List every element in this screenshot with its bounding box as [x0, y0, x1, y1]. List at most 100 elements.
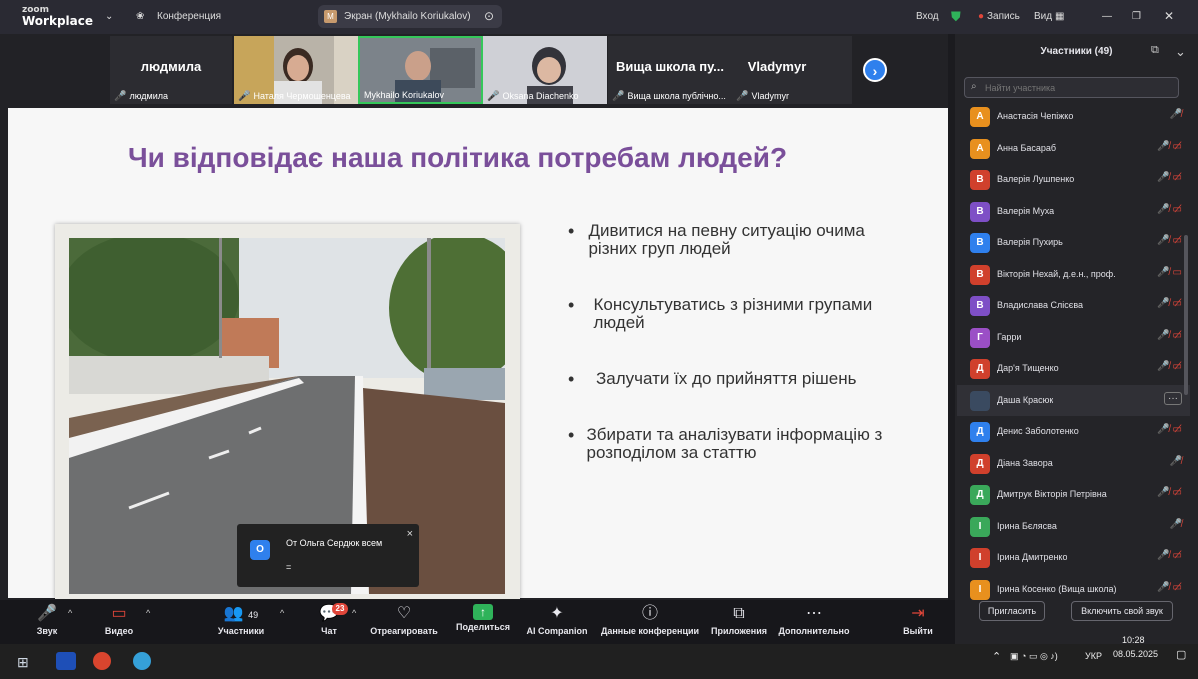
mic-camera-status-icons[interactable]: 🎤̸ ▭̸	[1157, 298, 1182, 309]
sign-in-link[interactable]: Вход	[916, 11, 939, 22]
chevron-up-icon[interactable]: ^	[352, 608, 356, 618]
participant-name: Ірина Бєлясва	[997, 520, 1057, 531]
participant-row[interactable]: Д Денис Заболотенко 🎤̸ ▭̸	[957, 416, 1190, 447]
mic-camera-status-icons[interactable]: 🎤̸ ▭̸	[1157, 424, 1182, 435]
video-button[interactable]: ▭ Видео	[100, 600, 138, 644]
windows-start-icon[interactable]: ⊞	[17, 654, 29, 671]
telegram-icon[interactable]	[133, 652, 151, 670]
clock-time[interactable]: 10:28	[1122, 635, 1145, 645]
record-button[interactable]: Запись	[987, 11, 1020, 22]
participant-row[interactable]: В Валерія Пухирь 🎤̸ ▭̸	[957, 227, 1190, 258]
invite-button[interactable]: Пригласить	[979, 601, 1045, 621]
tray-icons[interactable]: ▣ ◔ ▭ ◎ ♪)	[1010, 651, 1058, 662]
more-options-icon[interactable]: ···	[1164, 391, 1182, 405]
mic-camera-status-icons[interactable]: 🎤̸ ▭̸	[1157, 487, 1182, 498]
chrome-icon[interactable]	[93, 652, 111, 670]
participant-avatar: Д	[970, 359, 990, 379]
language-indicator[interactable]: УКР	[1085, 651, 1102, 661]
more-options-icon[interactable]: ⊙	[484, 9, 494, 23]
video-tile[interactable]: 🎤 Наталя Чермошенцева	[234, 36, 358, 104]
restore-icon[interactable]: ❐	[1132, 11, 1141, 22]
mic-camera-status-icons[interactable]: 🎤̸ ▭̸	[1157, 361, 1182, 372]
participant-row[interactable]: В Валерія Муха 🎤̸ ▭̸	[957, 196, 1190, 227]
participant-row[interactable]: Г Гарри 🎤̸ ▭̸	[957, 322, 1190, 353]
notifications-icon[interactable]: ▢	[1176, 648, 1186, 661]
audio-button[interactable]: 🎤 Звук	[30, 600, 64, 644]
react-button[interactable]: ♡ Отреагировать	[368, 600, 440, 644]
window-title-bar: zoom Workplace ⌄ ❀ Конференция M Экран (…	[0, 0, 1198, 34]
chevron-down-icon[interactable]: ⌄	[105, 11, 113, 22]
participant-row[interactable]: В Валерія Лушпенко 🎤̸ ▭̸	[957, 164, 1190, 195]
participant-name: Ірина Дмитренко	[997, 552, 1068, 562]
mic-camera-status-icons[interactable]: 🎤̸	[1170, 519, 1182, 530]
ai-companion-label: AI Companion	[526, 626, 588, 636]
meeting-menu[interactable]: Конференция	[157, 11, 221, 22]
participant-search[interactable]: ⌕	[964, 77, 1179, 98]
search-input[interactable]	[985, 80, 1165, 95]
participant-row[interactable]: Д Дмитрук Вікторія Петрівна 🎤̸ ▭̸	[957, 479, 1190, 510]
clock-date[interactable]: 08.05.2025	[1113, 649, 1158, 659]
chat-notification[interactable]: О От Ольга Сердюк всем = ×	[237, 524, 419, 587]
bullet-text: Дивитися на певну ситуацію очима різних …	[588, 221, 865, 258]
participant-row[interactable]: І Ірина Дмитренко 🎤̸ ▭̸	[957, 542, 1190, 573]
notification-message: =	[286, 562, 292, 572]
mic-camera-status-icons[interactable]: 🎤̸ ▭̸	[1157, 330, 1182, 341]
participant-row[interactable]: І Ірина Бєлясва 🎤̸	[957, 511, 1190, 542]
mic-camera-status-icons[interactable]: 🎤̸ ▭̸	[1157, 235, 1182, 246]
mic-camera-status-icons[interactable]: 🎤̸ ▭̸	[1157, 204, 1182, 215]
video-tile[interactable]: людмила 🎤 людмила	[110, 36, 232, 104]
leave-button[interactable]: ⇥ Выйти	[900, 600, 936, 644]
chevron-up-icon[interactable]: ^	[146, 608, 150, 618]
react-label: Отреагировать	[370, 626, 438, 636]
meeting-info-button[interactable]: ⓘ Данные конференции	[598, 600, 702, 644]
participant-row[interactable]: В Вікторія Нехай, д.е.н., проф. 🎤̸ ▭	[957, 259, 1190, 290]
more-button[interactable]: ⋯ Дополнительно	[776, 600, 852, 644]
participant-avatar: В	[970, 233, 990, 253]
participants-label: Участники	[217, 626, 265, 636]
mic-camera-status-icons[interactable]: 🎤̸ ▭̸	[1157, 141, 1182, 152]
screen-share-pill[interactable]: M Экран (Mykhailo Koriukalov) ⊙	[318, 5, 502, 28]
mic-camera-status-icons[interactable]: 🎤̸ ▭	[1157, 267, 1182, 278]
apps-button[interactable]: ⧉ Приложения	[708, 600, 770, 644]
mic-camera-status-icons[interactable]: 🎤̸	[1170, 456, 1182, 467]
mic-muted-icon: 🎤	[37, 605, 57, 622]
collapse-icon[interactable]: ⌄	[1175, 44, 1186, 60]
share-button[interactable]: ↑ Поделиться	[452, 600, 514, 644]
video-tile-active-speaker[interactable]: Mykhailo Koriukalov	[358, 36, 483, 104]
participant-row[interactable]: В Владислава Слісєва 🎤̸ ▭̸	[957, 290, 1190, 321]
video-tile[interactable]: Vladymyr 🎤 Vladymyr	[732, 36, 852, 104]
info-icon: ⓘ	[641, 605, 658, 622]
video-tile[interactable]: 🎤 Oksana Diachenko	[483, 36, 607, 104]
bullet-text: Збирати та аналізувати інформацію з розп…	[586, 425, 883, 462]
close-icon[interactable]: ✕	[1164, 9, 1174, 23]
chevron-up-icon[interactable]: ^	[280, 608, 284, 618]
tile-label: 🎤 Вища школа публічно...	[612, 91, 726, 102]
mic-camera-status-icons[interactable]: 🎤̸ ▭̸	[1157, 550, 1182, 561]
participant-row[interactable]: І Ірина Косенко (Вища школа) 🎤̸ ▭̸	[957, 574, 1190, 605]
mic-camera-status-icons[interactable]: 🎤̸	[1170, 109, 1182, 120]
logo-bottom-text: Workplace	[22, 14, 94, 28]
close-icon[interactable]: ×	[407, 528, 413, 540]
shield-icon[interactable]: ⛊	[951, 9, 961, 25]
minimize-icon[interactable]: —	[1102, 11, 1112, 22]
participant-row[interactable]: Д Діана Завора 🎤̸	[957, 448, 1190, 479]
leave-label: Выйти	[903, 626, 933, 636]
mic-camera-status-icons[interactable]: 🎤̸ ▭̸	[1157, 172, 1182, 183]
scrollbar[interactable]	[1184, 235, 1188, 395]
unmute-button[interactable]: Включить свой звук	[1071, 601, 1173, 621]
video-tile[interactable]: Вища школа пу... 🎤 Вища школа публічно...	[608, 36, 732, 104]
list-item: • Залучати їх до прийняття рішень	[568, 370, 898, 389]
next-page-icon[interactable]: ›	[863, 58, 887, 82]
zoom-app-icon[interactable]	[56, 652, 76, 670]
chevron-up-icon[interactable]: ^	[68, 608, 72, 618]
participant-row[interactable]: Даша Красюк ···	[957, 384, 1190, 416]
participant-row[interactable]: Д Дар'я Тищенко 🎤̸ ▭̸	[957, 353, 1190, 384]
tray-chevron-icon[interactable]: ⌃	[992, 650, 1001, 663]
ai-companion-button[interactable]: ✦ AI Companion	[522, 600, 592, 644]
participant-row[interactable]: А Анна Басараб 🎤̸ ▭̸	[957, 133, 1190, 164]
participants-button[interactable]: 👥 49 Участники	[214, 600, 268, 644]
pop-out-icon[interactable]: ⧉	[1151, 44, 1159, 57]
participant-row[interactable]: А Анастасія Чепіжко 🎤̸	[957, 101, 1190, 132]
view-button[interactable]: Вид	[1034, 11, 1052, 22]
mic-camera-status-icons[interactable]: 🎤̸ ▭̸	[1157, 582, 1182, 593]
